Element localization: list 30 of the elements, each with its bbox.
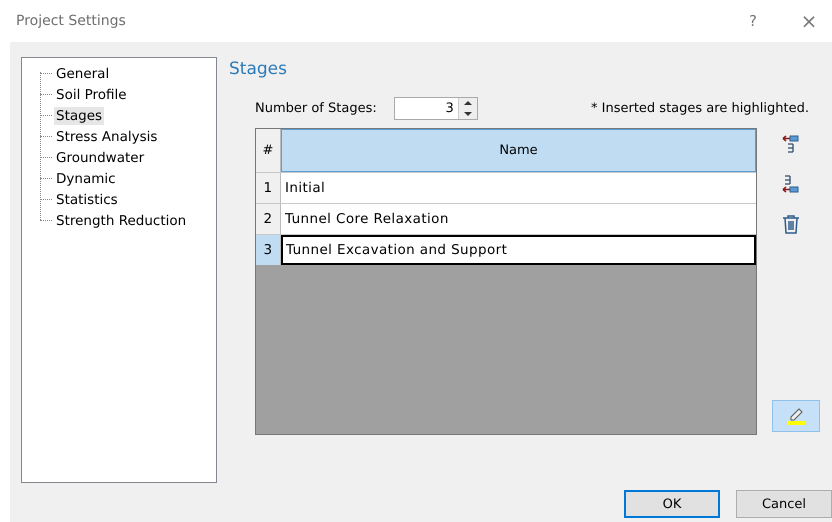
highlighter-icon	[785, 407, 807, 425]
column-header: #	[256, 129, 281, 172]
table-cell[interactable]: Tunnel Core Relaxation	[281, 204, 756, 234]
table-cell[interactable]: Initial	[281, 173, 756, 203]
section-heading: Stages	[229, 59, 288, 79]
window-title: Project Settings	[16, 13, 127, 29]
insert-below-icon[interactable]	[781, 174, 801, 194]
tree-item[interactable]: Stages	[54, 106, 104, 124]
highlight-button[interactable]	[772, 400, 820, 432]
tree-item[interactable]: Statistics	[54, 190, 120, 208]
row-number-cell[interactable]: 1	[256, 173, 281, 203]
tree-item[interactable]: Groundwater	[54, 148, 146, 166]
close-button[interactable]: ×	[786, 6, 832, 36]
table-cell[interactable]: Tunnel Excavation and Support	[281, 235, 756, 265]
delete-icon[interactable]	[781, 214, 801, 234]
stage-count-spinner[interactable]: 3	[394, 97, 478, 120]
note-text: * Inserted stages are highlighted.	[591, 101, 809, 116]
tree-item[interactable]: Strength Reduction	[54, 212, 188, 230]
help-button[interactable]: ?	[730, 6, 776, 36]
tree-item[interactable]: Soil Profile	[54, 86, 129, 104]
tree-item[interactable]: Dynamic	[54, 170, 118, 188]
tree-item[interactable]: General	[54, 64, 112, 82]
row-number-cell[interactable]: 2	[256, 204, 281, 234]
dialog-button[interactable]: OK	[624, 490, 720, 518]
stage-count-label: Number of Stages:	[255, 101, 377, 116]
insert-above-icon[interactable]	[781, 134, 801, 154]
row-number-cell[interactable]: 3	[256, 235, 281, 265]
tree-item[interactable]: Stress Analysis	[54, 128, 160, 146]
dialog-button[interactable]: Cancel	[736, 490, 832, 518]
column-header: Name	[281, 129, 756, 172]
